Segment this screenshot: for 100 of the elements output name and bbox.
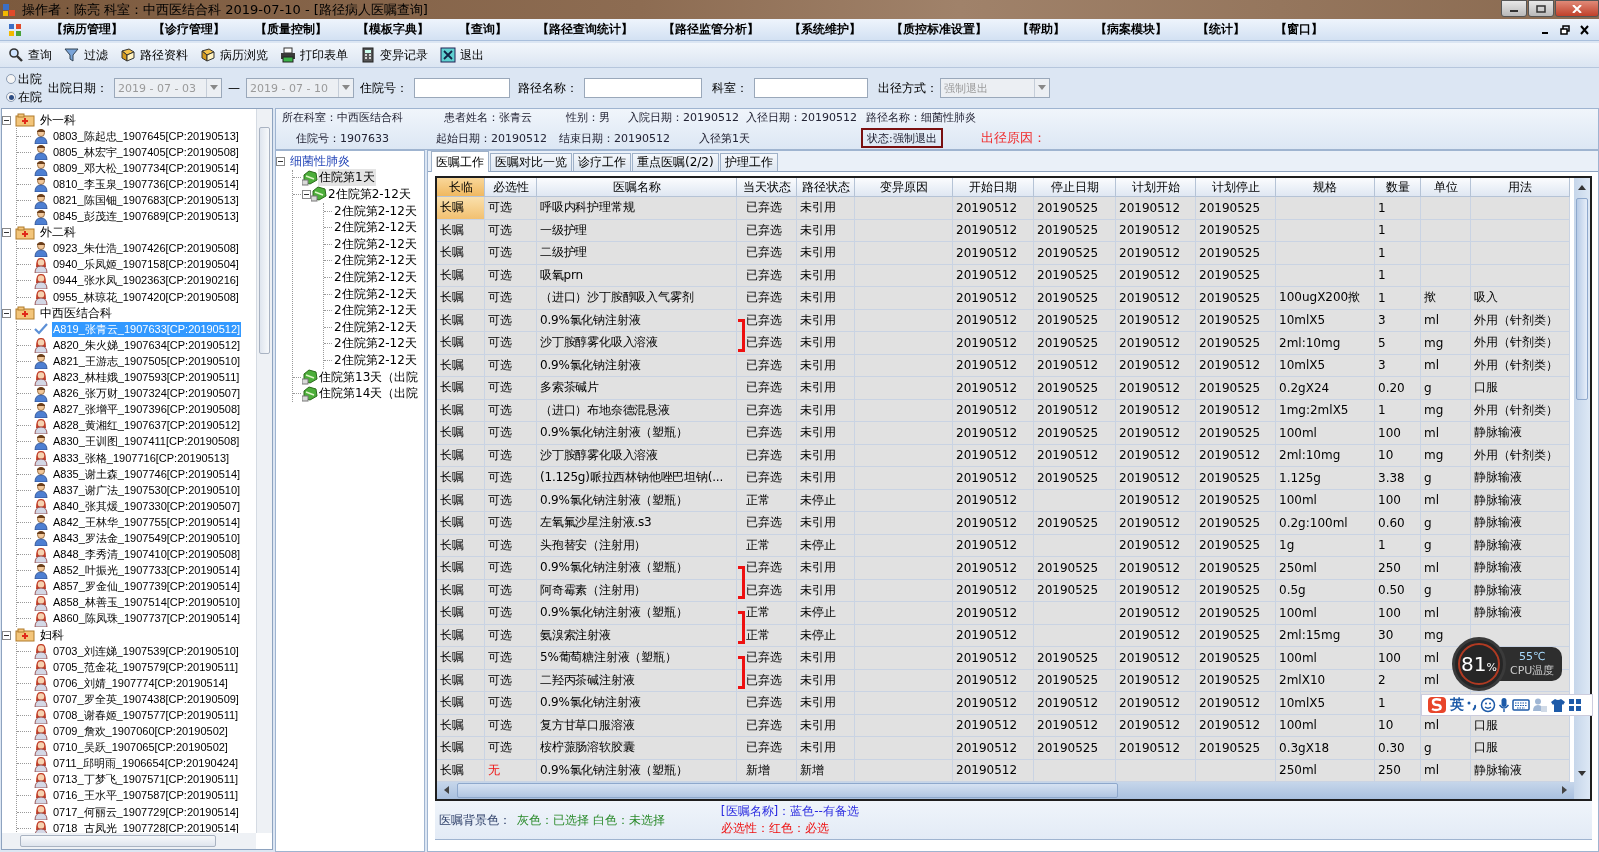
menu-item[interactable]: 【窗口】 [1260,21,1338,38]
scrollbar-thumb[interactable] [457,783,1119,798]
patient-item[interactable]: 0713_丁梦飞_1907571[CP:20190511] [52,772,240,788]
patient-item[interactable]: 0944_张水凤_1902363[CP:20190216] [52,273,240,289]
collapse-icon[interactable] [276,156,285,166]
tree-node[interactable]: 2住院第2-12天 [333,335,418,353]
scrollbar[interactable] [1574,178,1590,799]
menu-item[interactable]: 【模板字典】 [342,21,444,38]
patient-item[interactable]: A823_林桂娥_1907593[CP:20190511] [52,370,241,386]
tab[interactable]: 医嘱工作 [431,151,489,172]
patient-item[interactable]: A828_黄湘红_1907637[CP:20190512] [52,418,242,434]
patient-item[interactable]: A842_王林华_1907755[CP:20190514] [52,514,242,530]
patient-item[interactable]: A833_张格_1907716[CP:20190513] [52,450,231,466]
collapse-icon[interactable] [2,228,11,238]
scrollbar[interactable] [256,109,272,833]
toolbar-button[interactable]: 查询 [4,44,56,66]
patient-item[interactable]: A826_张万财_1907324[CP:20190507] [52,386,242,402]
column-header[interactable]: 数量 [1375,178,1421,197]
tree-node[interactable]: 2住院第2-12天 [333,351,418,369]
input-field[interactable] [584,78,702,98]
patient-item[interactable]: A840_张其煖_1907330[CP:20190507] [52,498,242,514]
scroll-right-icon[interactable] [1562,786,1568,794]
patient-item[interactable]: A827_张增平_1907396[CP:20190508] [52,402,242,418]
input-mode-button[interactable]: 英 [1450,696,1464,714]
column-header[interactable]: 规格 [1276,178,1375,197]
tree-node[interactable]: 2住院第2-12天 [333,268,418,286]
scrollbar-thumb[interactable] [20,835,216,847]
menu-item[interactable]: 【帮助】 [1002,21,1080,38]
patient-item[interactable]: 0710_吴跃_1907065[CP:20190502] [52,740,229,756]
patient-item[interactable]: 0706_刘婧_1907774[CP:20190514] [52,675,229,691]
microphone-icon[interactable] [1498,697,1510,713]
close-icon[interactable] [1580,24,1589,35]
patient-item[interactable]: 0803_陈起忠_1907645[CP:20190513] [52,128,240,144]
tree-node[interactable]: 2住院第2-12天 [333,252,418,270]
maximize-button[interactable] [1528,0,1554,17]
patient-item[interactable]: A860_陈凤珠_1907737[CP:20190514] [52,611,242,627]
input-field[interactable] [754,78,868,98]
tree-node[interactable]: 2住院第2-12天 [333,219,418,237]
shirt-icon[interactable] [1550,697,1566,713]
patient-item[interactable]: A820_朱火娣_1907634[CP:20190512] [52,337,242,353]
patient-item[interactable]: 0709_詹欢_1907060[CP:20190502] [52,724,229,740]
menu-item[interactable]: 【统计】 [1182,21,1260,38]
input-field[interactable] [414,78,510,98]
tab[interactable]: 诊疗工作 [573,153,631,171]
tree-node[interactable]: 住院第13天（出院 [318,368,420,386]
tree-node[interactable]: 2住院第2-12天 [333,285,418,303]
patient-item[interactable]: A830_王训图_1907411[CP:20190508] [52,434,241,450]
tree-node[interactable]: 2住院第2-12天 [327,186,412,203]
tree-node[interactable]: 外二科 [39,224,77,242]
scrollbar[interactable] [437,782,1574,799]
scroll-up-icon[interactable] [1578,184,1586,190]
tree-node[interactable]: 住院第14天（出院 [318,385,420,403]
toolbar-button[interactable]: 过滤 [60,44,112,66]
patient-item[interactable]: A858_林善玉_1907514[CP:20190510] [52,595,242,611]
grid-icon[interactable] [1568,698,1582,712]
tree-node[interactable]: 2住院第2-12天 [333,318,418,336]
patient-item[interactable]: 0940_乐凤姬_1907158[CP:20190504] [52,257,240,273]
column-header[interactable]: 用法 [1471,178,1570,197]
radio-button[interactable]: 出院 [6,70,42,88]
patient-item[interactable]: 0708_谢春姬_1907577[CP:20190511] [52,708,240,723]
column-header[interactable]: 路径状态 [797,178,855,197]
patient-item[interactable]: A821_王游志_1907505[CP:20190510] [52,353,242,369]
menu-item[interactable]: 【系统维护】 [774,21,876,38]
restore-icon[interactable] [1560,24,1570,35]
patient-item[interactable]: A835_谢土森_1907746[CP:20190514] [52,466,242,482]
tree-node[interactable]: 住院第1天 [318,169,376,187]
toolbar-button[interactable]: 路径资料 [116,44,192,66]
tab[interactable]: 护理工作 [719,153,778,171]
scrollbar[interactable] [2,833,256,849]
patient-item[interactable]: 0845_彭茂连_1907689[CP:20190513] [52,209,240,225]
column-header[interactable]: 长临 [437,178,485,197]
toolbar-button[interactable]: 变异记录 [356,44,432,66]
radio-button[interactable]: 在院 [6,88,42,106]
menu-item[interactable]: 【病案模块】 [1080,21,1182,38]
column-header[interactable]: 变异原因 [855,178,953,197]
patient-item[interactable]: 0716_王水平_1907587[CP:20190511] [52,788,240,804]
patient-item[interactable]: 0707_罗全英_1907438[CP:20190509] [52,691,240,707]
collapse-icon[interactable] [302,190,311,199]
patient-item[interactable]: 0805_林宏宇_1907405[CP:20190508] [52,144,240,160]
column-header[interactable]: 停止日期 [1034,178,1116,197]
patient-item[interactable]: 0717_何丽云_1907729[CP:20190514] [52,804,240,820]
smiley-icon[interactable] [1480,697,1496,713]
scroll-down-icon[interactable] [1578,771,1586,777]
patient-item[interactable]: 0809_邓大松_1907734[CP:20190514] [52,160,240,176]
patient-item[interactable]: 0718_古凤光_1907728[CP:20190514] [52,820,240,833]
tree-node[interactable]: 妇科 [39,626,65,644]
patient-item[interactable]: 0705_范金花_1907579[CP:20190511] [52,659,240,675]
collapse-icon[interactable] [2,630,11,640]
column-header[interactable]: 开始日期 [953,178,1034,197]
menu-item[interactable]: 【路径监管分析】 [648,21,774,38]
column-header[interactable]: 必选性 [485,178,537,197]
column-header[interactable]: 医嘱名称 [537,178,737,197]
tree-node[interactable]: 2住院第2-12天 [333,302,418,320]
scrollbar-thumb[interactable] [1576,198,1588,400]
patient-item[interactable]: A848_李秀清_1907410[CP:20190508] [52,547,242,563]
tree-node[interactable]: 2住院第2-12天 [333,235,418,253]
tree-node[interactable]: 细菌性肺炎 [289,152,351,170]
toolbar-button[interactable]: 打印表单 [276,44,352,66]
scroll-left-icon[interactable] [443,786,449,794]
column-header[interactable]: 计划开始 [1116,178,1196,197]
